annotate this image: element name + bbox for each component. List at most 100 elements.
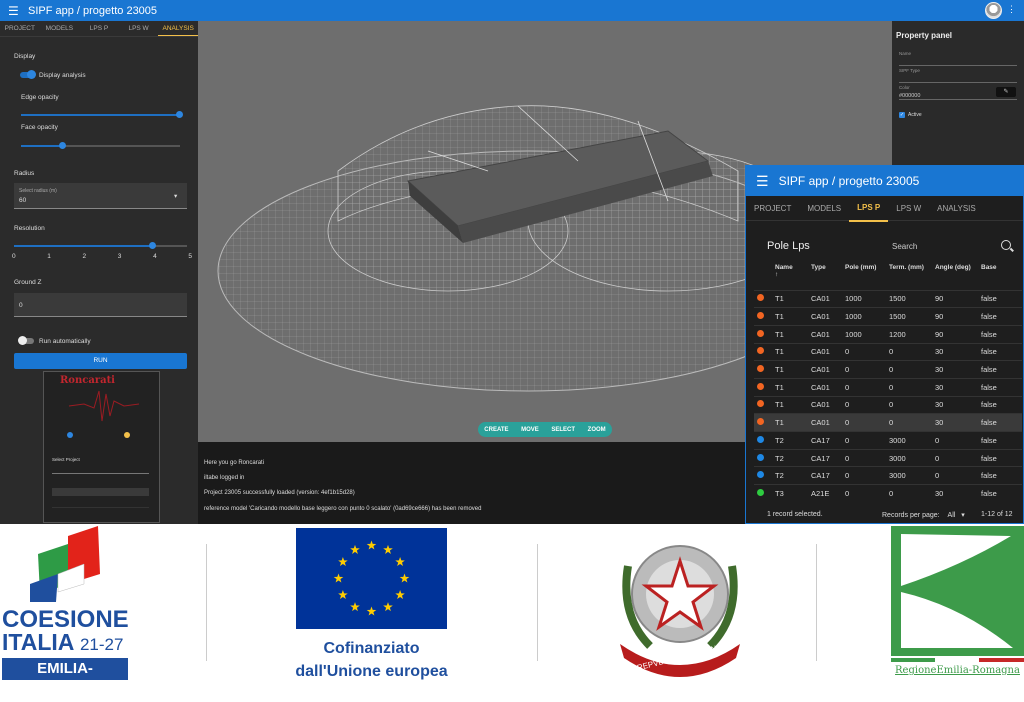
pagination-range: 1-12 of 12 (981, 511, 1013, 518)
coesione-italia-emblem (30, 526, 100, 602)
coesione-region-badge: EMILIA-ROMAGNA (2, 658, 128, 699)
display-analysis-toggle[interactable] (20, 70, 36, 79)
cell-angle: 30 (932, 342, 978, 361)
pole-lps-table: Name ↑ Type Pole (mm) Term. (mm) Angle (d… (754, 264, 1022, 503)
display-analysis-label: Display analysis (39, 72, 86, 79)
column-header-type[interactable]: Type (808, 264, 842, 290)
color-column-header (754, 264, 772, 290)
top-app-bar: ☰ SIPF app / progetto 23005 ⋮ (0, 0, 1024, 21)
cell-pole: 0 (842, 466, 886, 485)
hamburger-menu-icon[interactable]: ☰ (756, 173, 769, 190)
account-menu-icon[interactable]: ⋮ (1007, 4, 1016, 15)
tab-models[interactable]: MODELS (799, 196, 849, 221)
version-row (52, 511, 149, 519)
table-row[interactable]: T1 CA01 0 0 30 false (754, 377, 1022, 397)
table-row[interactable]: T3 A21E 0 0 30 false (754, 484, 1022, 503)
cell-angle: 0 (932, 431, 978, 450)
cell-name: T1 (772, 324, 808, 344)
color-dot-icon (757, 294, 764, 302)
edge-opacity-slider[interactable] (21, 111, 183, 118)
table-row[interactable]: T1 CA01 1000 1500 90 false (754, 307, 1022, 326)
column-header-name[interactable]: Name ↑ (772, 264, 808, 290)
row-color-cell (754, 395, 772, 414)
color-dot-icon (757, 365, 764, 373)
table-header-row: Name ↑ Type Pole (mm) Term. (mm) Angle (d… (754, 264, 1022, 290)
tab-lps-w[interactable]: LPS W (888, 196, 929, 221)
edge-opacity-label: Edge opacity (21, 94, 59, 101)
select-button[interactable]: SELECT (551, 427, 575, 433)
chevron-down-icon[interactable]: ▾ (961, 512, 965, 519)
name-field[interactable] (899, 65, 1017, 66)
property-panel-title: Property panel (896, 31, 953, 40)
slider-knob[interactable] (176, 111, 183, 118)
column-header-base[interactable]: Base (978, 264, 1022, 290)
column-header-pole[interactable]: Pole (mm) (842, 264, 886, 290)
cell-type: CA01 (808, 413, 842, 432)
table-row[interactable]: T2 CA17 0 3000 0 false (754, 466, 1022, 485)
search-input[interactable]: Search (892, 242, 917, 251)
run-button[interactable]: RUN (14, 353, 187, 369)
row-color-cell (754, 466, 772, 485)
resolution-slider[interactable] (14, 242, 156, 249)
zoom-button[interactable]: ZOOM (588, 427, 606, 433)
name-field-label: Name (899, 51, 912, 56)
color-picker-icon[interactable]: ✎ (996, 87, 1016, 97)
table-row[interactable]: T1 CA01 0 0 30 false (754, 413, 1022, 432)
cell-term: 3000 (886, 448, 932, 467)
cell-angle: 0 (932, 466, 978, 485)
tab-lps-p[interactable]: LPS P (849, 195, 889, 222)
cell-name: T1 (772, 307, 808, 326)
tab-lps-w[interactable]: LPS W (119, 21, 159, 36)
table-row[interactable]: T2 CA17 0 3000 0 false (754, 448, 1022, 467)
tick-label: 2 (82, 253, 87, 260)
cell-base: false (978, 484, 1022, 503)
cell-base: false (978, 377, 1022, 397)
tick-label: 1 (47, 253, 51, 260)
eu-flag (296, 528, 447, 629)
records-per-page-select[interactable]: All (948, 512, 956, 519)
radius-select[interactable]: Select radius (m) 60 ▾ (14, 183, 187, 209)
create-button[interactable]: CREATE (484, 427, 508, 433)
tab-analysis[interactable]: ANALYSIS (158, 21, 198, 36)
table-row[interactable]: T1 CA01 0 0 30 false (754, 342, 1022, 361)
project-select (52, 467, 149, 474)
lps-window-tabs: PROJECT MODELS LPS P LPS W ANALYSIS (746, 195, 1023, 222)
face-opacity-slider[interactable] (21, 142, 66, 149)
move-button[interactable]: MOVE (521, 427, 539, 433)
type-field[interactable] (899, 82, 1017, 83)
slider-knob[interactable] (59, 142, 66, 149)
table-row[interactable]: T1 CA01 1000 1200 90 false (754, 324, 1022, 344)
cell-base: false (978, 448, 1022, 467)
slider-knob[interactable] (149, 242, 156, 249)
cell-term: 0 (886, 377, 932, 397)
color-dot-icon (757, 453, 764, 461)
cell-pole: 0 (842, 342, 886, 361)
cell-angle: 0 (932, 448, 978, 467)
sort-ascending-icon[interactable]: ↑ (775, 271, 778, 278)
tab-lps-p[interactable]: LPS P (79, 21, 119, 36)
user-avatar[interactable] (985, 2, 1002, 19)
cell-name: T2 (772, 466, 808, 485)
tab-analysis[interactable]: ANALYSIS (929, 196, 984, 221)
tab-project[interactable]: PROJECT (746, 196, 799, 221)
coesione-line2: ITALIA 21-27 (2, 630, 123, 657)
active-checkbox[interactable]: ✓ (899, 112, 905, 118)
column-header-angle[interactable]: Angle (deg) (932, 264, 978, 290)
tick-label: 3 (117, 253, 122, 260)
table-row[interactable]: T2 CA17 0 3000 0 false (754, 431, 1022, 450)
tab-project[interactable]: PROJECT (0, 21, 40, 36)
app-window: ☰ SIPF app / progetto 23005 ⋮ PROJECT MO… (0, 0, 1024, 524)
column-header-term[interactable]: Term. (mm) (886, 264, 932, 290)
hamburger-menu-icon[interactable]: ☰ (8, 5, 20, 17)
cell-type: CA17 (808, 431, 842, 450)
regione-text: RegioneEmilia-Romagna (895, 665, 1020, 676)
ground-z-input[interactable]: 0 (14, 293, 187, 317)
eu-cofunded-logo: Cofinanziato dall'Unione europea (280, 524, 480, 685)
tab-models[interactable]: MODELS (40, 21, 80, 36)
run-automatically-toggle[interactable] (18, 336, 34, 345)
table-row[interactable]: T1 CA01 0 0 30 false (754, 360, 1022, 379)
table-row[interactable]: T1 CA01 0 0 30 false (754, 395, 1022, 414)
table-row[interactable]: T1 CA01 1000 1500 90 false (754, 289, 1022, 308)
color-dot-icon (757, 471, 764, 479)
search-icon[interactable] (1001, 240, 1011, 250)
